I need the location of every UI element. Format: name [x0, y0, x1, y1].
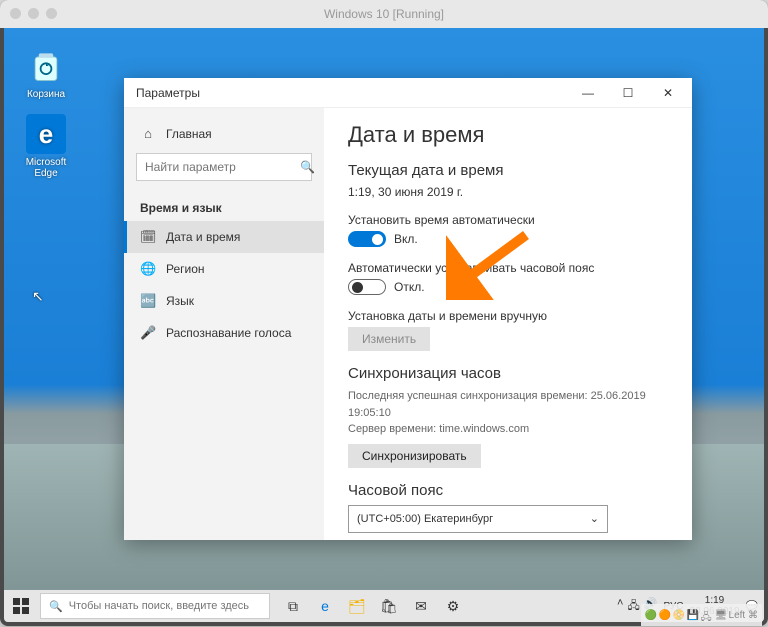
sidebar-home-label: Главная: [166, 127, 212, 141]
edge-taskbar-icon[interactable]: e: [310, 590, 340, 622]
vm-led-icon: 🖧: [701, 610, 711, 620]
tz-heading: Часовой пояс: [348, 482, 668, 499]
network-icon[interactable]: 🖧: [627, 597, 639, 616]
settings-title: Параметры: [136, 86, 568, 100]
tz-value: (UTC+05:00) Екатеринбург: [357, 513, 493, 525]
tray-up-icon[interactable]: ˄: [617, 597, 623, 616]
auto-tz-toggle[interactable]: Откл.: [348, 279, 668, 295]
recycle-bin-icon[interactable]: Корзина: [16, 46, 76, 100]
tz-select[interactable]: (UTC+05:00) Екатеринбург ⌄: [348, 505, 608, 533]
calendar-icon: 🗓: [140, 229, 156, 245]
mail-icon[interactable]: ✉: [406, 590, 436, 622]
search-icon: 🔍: [49, 600, 63, 613]
vm-status-bar: 🟢 🟠 📀 💾 🖧 🖥 Left ⌘: [641, 604, 762, 626]
vm-led-icon: 💾: [687, 610, 697, 620]
taskbar-search[interactable]: 🔍: [40, 593, 270, 619]
task-view-icon[interactable]: ⧉: [278, 590, 308, 622]
maximize-button[interactable]: ☐: [608, 78, 648, 108]
settings-taskbar-icon[interactable]: ⚙: [438, 590, 468, 622]
sidebar-item-language[interactable]: 🔤 Язык: [124, 285, 324, 317]
auto-time-label: Установить время автоматически: [348, 213, 668, 227]
recycle-bin-label: Корзина: [16, 89, 76, 100]
settings-sidebar: ⌂ Главная 🔍 Время и язык 🗓 Дата и время: [124, 108, 324, 540]
settings-titlebar[interactable]: Параметры — ☐ ✕: [124, 78, 692, 108]
edge-icon[interactable]: e Microsoft Edge: [16, 114, 76, 179]
close-button[interactable]: ✕: [648, 78, 688, 108]
auto-tz-label: Автоматически устанавливать часовой пояс: [348, 261, 668, 275]
vm-led-icon: 🟢: [645, 610, 655, 620]
sync-server: Сервер времени: time.windows.com: [348, 421, 668, 438]
mouse-cursor: ↖: [32, 288, 44, 305]
desktop[interactable]: Корзина e Microsoft Edge ↖ Параметры — ☐…: [4, 28, 764, 622]
vm-led-icon: 🟠: [659, 610, 669, 620]
sidebar-search-input[interactable]: [145, 160, 300, 174]
vm-led-icon: 🖥: [715, 610, 725, 620]
page-title: Дата и время: [348, 122, 668, 148]
close-dot[interactable]: [10, 8, 21, 19]
auto-time-toggle[interactable]: Вкл.: [348, 231, 668, 247]
sidebar-item-label: Язык: [166, 294, 194, 308]
current-dt-value: 1:19, 30 июня 2019 г.: [348, 185, 668, 199]
auto-time-state: Вкл.: [394, 232, 418, 246]
sync-button[interactable]: Синхронизировать: [348, 444, 481, 468]
settings-content: Дата и время Текущая дата и время 1:19, …: [324, 108, 692, 540]
manual-dt-label: Установка даты и времени вручную: [348, 309, 668, 323]
sidebar-section: Время и язык: [124, 191, 324, 221]
sidebar-item-label: Дата и время: [166, 230, 240, 244]
max-dot[interactable]: [46, 8, 57, 19]
sidebar-item-label: Регион: [166, 262, 205, 276]
sidebar-home[interactable]: ⌂ Главная: [124, 118, 324, 149]
globe-icon: 🌐: [140, 261, 156, 277]
settings-window: Параметры — ☐ ✕ ⌂ Главная: [124, 78, 692, 540]
vm-title: Windows 10 [Running]: [324, 7, 444, 21]
change-button: Изменить: [348, 327, 430, 351]
home-icon: ⌂: [140, 126, 156, 141]
sidebar-item-label: Распознавание голоса: [166, 326, 291, 340]
explorer-icon[interactable]: 🗂: [342, 590, 372, 622]
chevron-down-icon: ⌄: [590, 512, 599, 525]
sidebar-item-date-time[interactable]: 🗓 Дата и время: [124, 221, 324, 253]
minimize-button[interactable]: —: [568, 78, 608, 108]
vm-led-icon: 📀: [673, 610, 683, 620]
edge-label: Microsoft Edge: [16, 157, 76, 179]
sync-heading: Синхронизация часов: [348, 365, 668, 382]
mac-window-controls[interactable]: [10, 8, 57, 19]
sync-last: Последняя успешная синхронизация времени…: [348, 388, 668, 421]
min-dot[interactable]: [28, 8, 39, 19]
mic-icon: 🎤: [140, 325, 156, 341]
sidebar-item-speech[interactable]: 🎤 Распознавание голоса: [124, 317, 324, 349]
start-button[interactable]: [4, 590, 38, 622]
store-icon[interactable]: 🛍: [374, 590, 404, 622]
current-dt-heading: Текущая дата и время: [348, 162, 668, 179]
auto-tz-state: Откл.: [394, 280, 425, 294]
taskbar-search-input[interactable]: [69, 600, 261, 612]
edge-glyph: e: [39, 119, 53, 150]
language-icon: 🔤: [140, 293, 156, 309]
sidebar-item-region[interactable]: 🌐 Регион: [124, 253, 324, 285]
vm-hostkey: Left ⌘: [729, 610, 758, 621]
sidebar-search[interactable]: 🔍: [136, 153, 312, 181]
search-icon: 🔍: [300, 160, 315, 174]
vm-titlebar: Windows 10 [Running]: [0, 0, 768, 28]
